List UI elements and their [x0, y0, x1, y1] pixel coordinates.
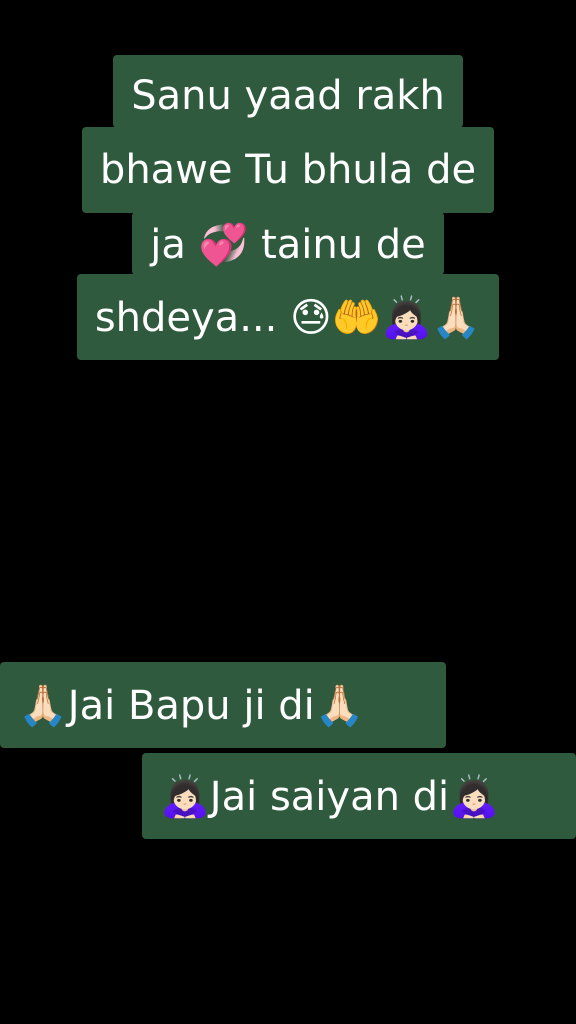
- caption-line-4: shdeya... 😓🤲🙇🏻‍♀️🙏🏻: [76, 274, 500, 360]
- caption-block: Sanu yaad rakh bhawe Tu bhula de ja 💞 ta…: [0, 55, 576, 360]
- caption-line-2: bhawe Tu bhula de: [81, 127, 495, 213]
- text-sticker-jai-bapu: 🙏🏻Jai Bapu ji di🙏🏻: [0, 662, 446, 748]
- text-sticker-jai-saiyan: 🙇🏻‍♀️Jai saiyan di🙇🏻‍♀️: [142, 753, 576, 839]
- caption-line-3: ja 💞 tainu de: [132, 212, 444, 275]
- caption-line-1: Sanu yaad rakh: [113, 55, 463, 128]
